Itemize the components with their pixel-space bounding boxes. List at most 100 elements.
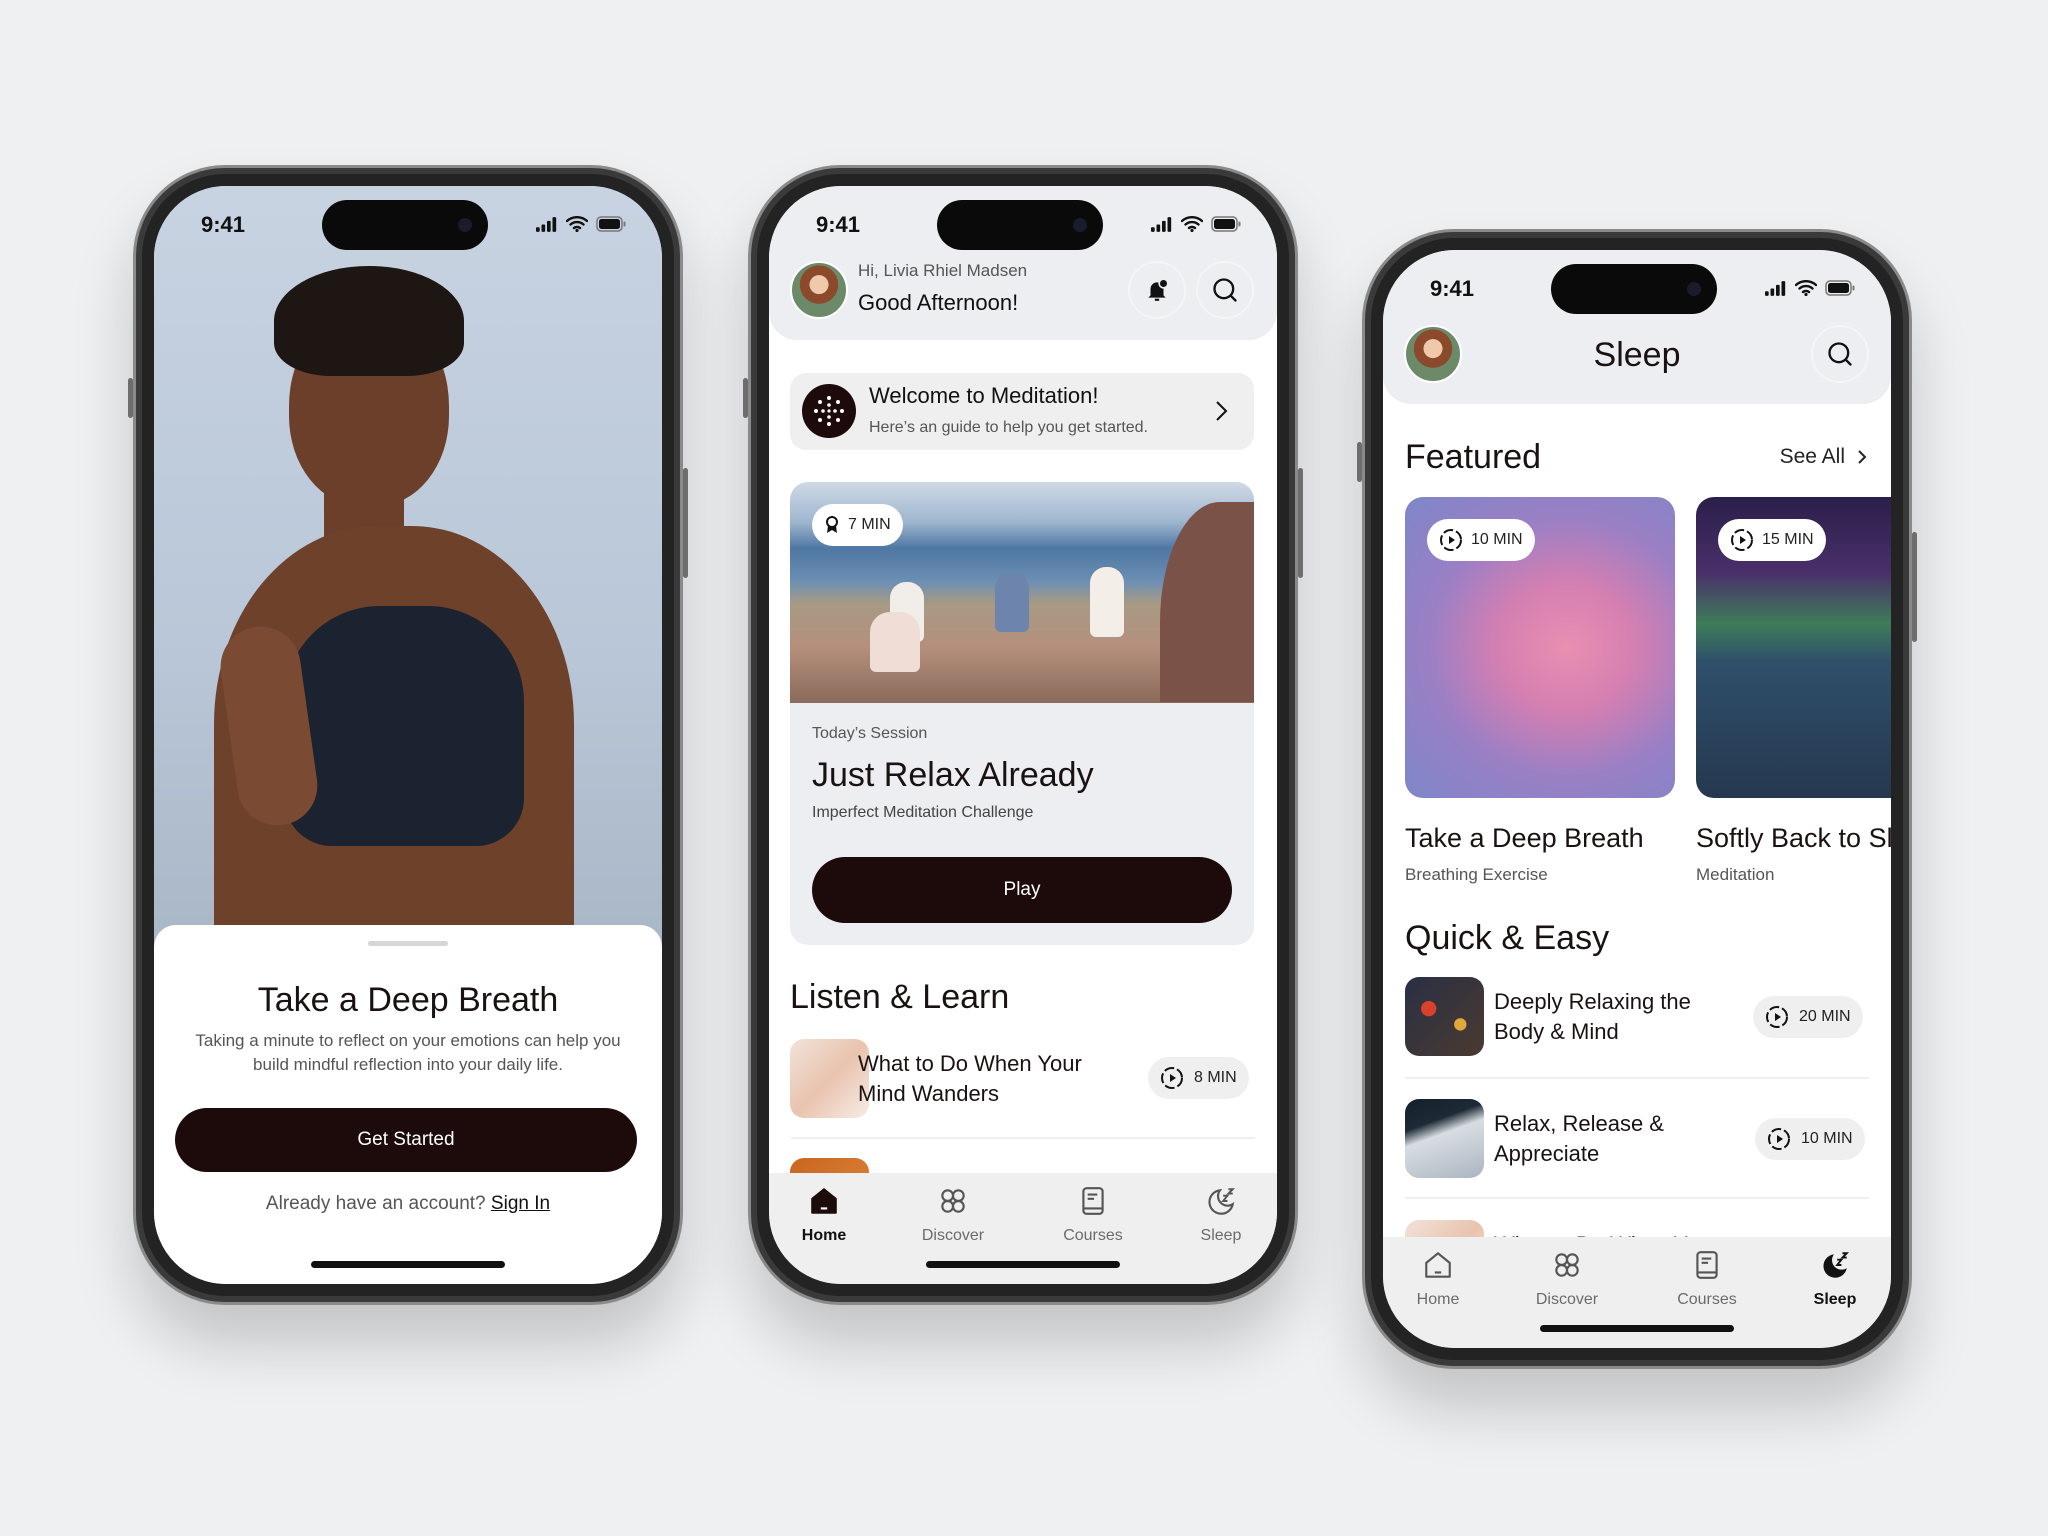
duration-label: 10 MIN <box>1471 531 1523 548</box>
wifi-icon <box>1181 216 1203 232</box>
duration-badge: 15 MIN <box>1718 519 1826 561</box>
side-button <box>743 378 748 418</box>
item-title: Relax, Release & Appreciate <box>1494 1111 1664 1166</box>
tab-label: Sleep <box>1813 1291 1857 1308</box>
greeting: Good Afternoon! <box>858 290 1019 315</box>
tab-discover[interactable]: Discover <box>898 1185 1008 1245</box>
list-item[interactable]: Deeply Relaxing the Body & Mind 20 MIN <box>1383 977 1891 1057</box>
tab-label: Courses <box>1677 1291 1737 1308</box>
chevron-right-icon <box>1858 450 1867 464</box>
tab-label: Courses <box>1063 1227 1123 1244</box>
featured-card[interactable]: 10 MIN Take a Deep Breath Breathing Exer… <box>1405 497 1675 897</box>
welcome-subtitle: Here’s an guide to help you get started. <box>869 419 1148 436</box>
play-circle-icon <box>1730 528 1754 552</box>
signal-icon <box>536 217 558 232</box>
avatar[interactable] <box>790 261 848 319</box>
divider <box>1405 1197 1869 1199</box>
home-indicator <box>1540 1325 1734 1332</box>
item-title: Deeply Relaxing the Body & Mind <box>1494 989 1691 1044</box>
tab-home[interactable]: Home <box>769 1185 879 1245</box>
signal-icon <box>1765 281 1787 296</box>
status-icons <box>1151 216 1241 232</box>
battery-icon <box>1825 280 1855 296</box>
home-indicator <box>311 1261 505 1268</box>
play-circle-icon <box>1439 528 1463 552</box>
divider <box>1405 1077 1869 1079</box>
card-subtitle: Breathing Exercise <box>1405 865 1548 884</box>
featured-title: Featured <box>1405 438 1542 476</box>
duration-label: 10 MIN <box>1801 1130 1853 1147</box>
tab-sleep[interactable]: Sleep <box>1780 1249 1890 1309</box>
sheet-handle[interactable] <box>368 941 448 946</box>
wifi-icon <box>1795 280 1817 296</box>
tab-courses[interactable]: Courses <box>1038 1185 1148 1245</box>
tab-label: Discover <box>921 1227 985 1244</box>
section-title: Listen & Learn <box>790 978 1010 1016</box>
bell-icon <box>1148 278 1169 301</box>
battery-icon <box>1211 216 1241 232</box>
welcome-title: Welcome to Meditation! <box>869 383 1099 408</box>
session-title: Just Relax Already <box>812 756 1094 794</box>
welcome-card[interactable]: Welcome to Meditation! Here’s an guide t… <box>790 373 1254 450</box>
duration-pill[interactable]: 20 MIN <box>1753 996 1863 1038</box>
session-subtitle: Imperfect Meditation Challenge <box>812 804 1034 821</box>
dynamic-island <box>322 200 488 250</box>
battery-icon <box>596 216 626 232</box>
search-button[interactable] <box>1196 261 1254 319</box>
book-icon <box>1077 1185 1109 1217</box>
screen: Take a Deep Breath Taking a minute to re… <box>154 186 662 1284</box>
tab-label: Sleep <box>1200 1227 1242 1244</box>
duration-label: 7 MIN <box>848 516 891 533</box>
hero-photo <box>154 186 662 966</box>
onboarding-description: Taking a minute to reflect on your emoti… <box>195 1031 621 1074</box>
home-indicator <box>926 1261 1120 1268</box>
card-title: Take a Deep Breath <box>1405 823 1644 853</box>
status-icons <box>1765 280 1855 296</box>
list-item[interactable]: What to Do When Your Mind Wanders 8 MIN <box>769 1039 1277 1119</box>
award-icon <box>826 516 838 533</box>
search-icon <box>1826 340 1854 368</box>
status-icons <box>536 216 626 232</box>
status-time: 9:41 <box>1430 276 1475 301</box>
duration-badge: 10 MIN <box>1427 519 1535 561</box>
tab-label: Discover <box>1535 1291 1599 1308</box>
side-button <box>1357 442 1362 482</box>
account-prompt: Already have an account? <box>265 1193 486 1214</box>
list-item[interactable]: Relax, Release & Appreciate 10 MIN <box>1383 1099 1891 1179</box>
screen: Hi, Livia Rhiel Madsen Good Afternoon! W… <box>769 186 1277 1284</box>
meditation-logo-icon <box>802 384 856 438</box>
tab-label: Home <box>1416 1291 1460 1308</box>
side-button <box>128 378 133 418</box>
item-thumbnail <box>1405 1099 1484 1178</box>
card-title: Softly Back to Sleep <box>1696 823 1891 853</box>
duration-label: 8 MIN <box>1194 1069 1237 1086</box>
notifications-button[interactable] <box>1128 261 1186 319</box>
duration-badge: 7 MIN <box>812 504 903 546</box>
duration-pill[interactable]: 8 MIN <box>1148 1057 1249 1099</box>
see-all-link[interactable]: See All <box>1780 445 1867 469</box>
home-icon <box>1422 1249 1454 1281</box>
tab-discover[interactable]: Discover <box>1512 1249 1622 1309</box>
tab-home[interactable]: Home <box>1383 1249 1493 1309</box>
divider <box>791 1137 1255 1139</box>
featured-card[interactable]: 15 MIN Softly Back to Sleep Meditation <box>1696 497 1891 897</box>
play-circle-icon <box>1767 1127 1791 1151</box>
phone-home: Hi, Livia Rhiel Madsen Good Afternoon! W… <box>743 165 1303 1305</box>
session-label: Today’s Session <box>812 725 928 742</box>
duration-pill[interactable]: 10 MIN <box>1755 1118 1865 1160</box>
search-button[interactable] <box>1811 325 1869 383</box>
chevron-right-icon <box>1216 401 1228 421</box>
session-card: 7 MIN Today’s Session Just Relax Already… <box>790 482 1254 945</box>
card-subtitle: Meditation <box>1696 865 1775 884</box>
side-button <box>1298 468 1303 578</box>
status-time: 9:41 <box>201 212 246 237</box>
play-button[interactable]: Play <box>812 857 1232 923</box>
search-icon <box>1211 276 1239 304</box>
signal-icon <box>1151 217 1173 232</box>
discover-icon <box>937 1185 969 1217</box>
side-button <box>1912 532 1917 642</box>
tab-sleep[interactable]: Sleep <box>1166 1185 1276 1245</box>
sign-in-link[interactable]: Sign In <box>491 1193 550 1214</box>
tab-courses[interactable]: Courses <box>1652 1249 1762 1309</box>
get-started-button[interactable]: Get Started <box>175 1108 637 1172</box>
